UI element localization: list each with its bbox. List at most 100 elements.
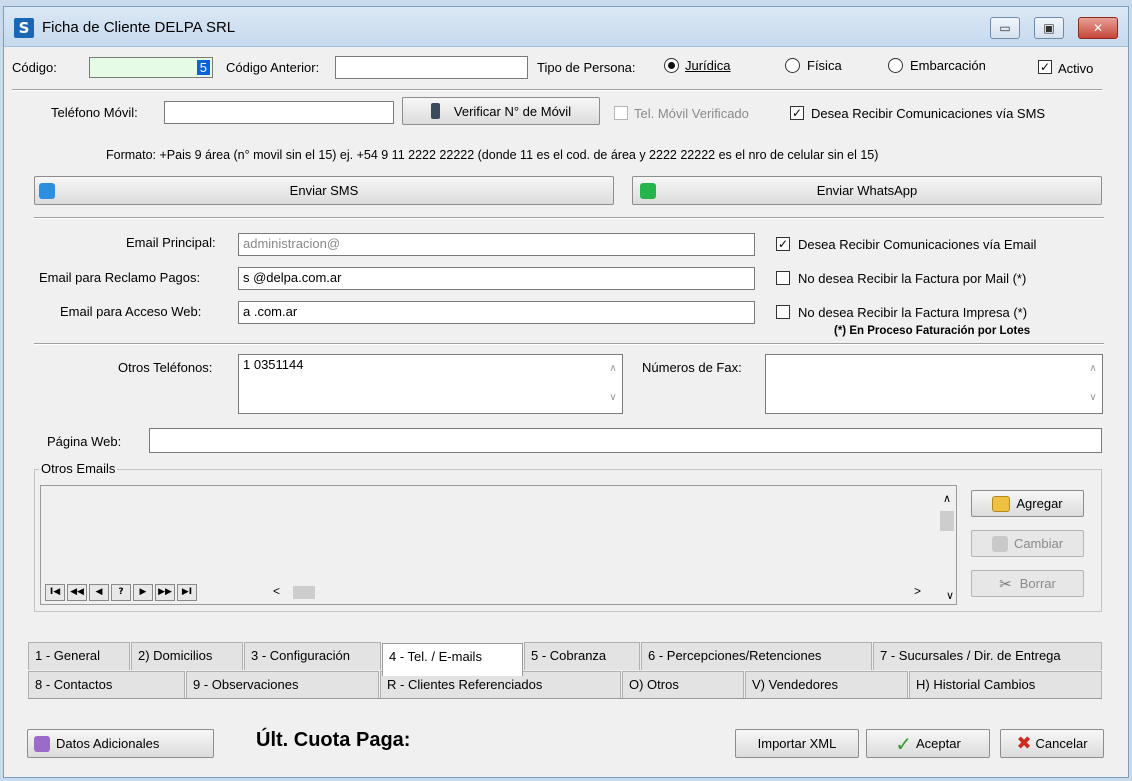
separator xyxy=(34,343,1104,345)
enviar-whatsapp-button[interactable]: Enviar WhatsApp xyxy=(632,176,1102,205)
ult-cuota-paga-label: Últ. Cuota Paga: xyxy=(256,729,411,751)
client-window: S Ficha de Cliente DELPA SRL ▭ ▣ ✕ Códig… xyxy=(3,6,1129,778)
nav-next-page-button[interactable]: ▶▶ xyxy=(155,584,175,601)
nav-prev-page-button[interactable]: ◀◀ xyxy=(67,584,87,601)
nav-prev-button[interactable]: ◀ xyxy=(89,584,109,601)
aceptar-button[interactable]: ✓ Aceptar xyxy=(866,729,990,758)
email-acceso-input[interactable]: a .com.ar xyxy=(238,301,755,324)
hscroll-thumb[interactable] xyxy=(293,586,315,599)
pagina-web-input[interactable] xyxy=(149,428,1102,453)
edit-icon xyxy=(991,535,1008,552)
phone-icon xyxy=(430,103,440,119)
close-button[interactable]: ✕ xyxy=(1078,17,1118,39)
tab-cobranza[interactable]: 5 - Cobranza xyxy=(524,642,640,670)
movil-verificado-checkbox[interactable] xyxy=(614,106,628,120)
fax-textarea[interactable]: ∧ ∨ xyxy=(765,354,1103,414)
check-icon: ✓ xyxy=(895,731,912,756)
tab-contactos[interactable]: 8 - Contactos xyxy=(28,671,185,699)
tab-tel-emails[interactable]: 4 - Tel. / E-mails xyxy=(382,643,523,676)
radio-embarcacion-label: Embarcación xyxy=(910,58,986,73)
codigo-anterior-label: Código Anterior: xyxy=(226,60,320,75)
tab-configuracion[interactable]: 3 - Configuración xyxy=(244,642,381,670)
tab-historial-cambios[interactable]: H) Historial Cambios xyxy=(909,671,1102,699)
tab-sucursales[interactable]: 7 - Sucursales / Dir. de Entrega xyxy=(873,642,1102,670)
email-principal-label: Email Principal: xyxy=(126,235,216,250)
codigo-field[interactable]: 5 xyxy=(89,57,213,78)
scissors-icon: ✂ xyxy=(999,574,1012,593)
opt-factura-impresa-checkbox[interactable] xyxy=(776,305,790,319)
cambiar-button[interactable]: Cambiar xyxy=(971,530,1084,557)
radio-juridica-label: Jurídica xyxy=(685,58,731,73)
cancelar-button[interactable]: ✖ Cancelar xyxy=(1000,729,1104,758)
lotes-footnote: (*) En Proceso Faturación por Lotes xyxy=(834,325,1031,337)
otros-emails-grid[interactable]: ∧ I◀ ◀◀ ◀ ? ▶ ▶▶ ▶I < > ∨ xyxy=(40,485,957,605)
sms-label: Desea Recibir Comunicaciones vía SMS xyxy=(811,106,1046,121)
radio-fisica-label: Física xyxy=(807,58,842,73)
email-reclamo-label: Email para Reclamo Pagos: xyxy=(39,270,201,285)
verificar-movil-button[interactable]: Verificar N° de Móvil xyxy=(402,97,600,125)
cancelar-label: Cancelar xyxy=(1035,736,1088,751)
pagina-web-label: Página Web: xyxy=(47,434,122,449)
separator xyxy=(34,217,1104,219)
tab-observaciones[interactable]: 9 - Observaciones xyxy=(186,671,379,699)
tab-baseline xyxy=(28,698,1102,699)
tab-percepciones[interactable]: 6 - Percepciones/Retenciones xyxy=(641,642,872,670)
radio-fisica[interactable] xyxy=(785,58,800,73)
borrar-button[interactable]: ✂ Borrar xyxy=(971,570,1084,597)
datos-adicionales-button[interactable]: Datos Adicionales xyxy=(27,729,214,758)
scroll-up-icon: ∧ xyxy=(942,493,952,505)
enviar-sms-label: Enviar SMS xyxy=(289,183,359,198)
telefono-movil-input[interactable] xyxy=(164,101,394,124)
activo-label: Activo xyxy=(1058,61,1094,76)
grid-vertical-scrollbar[interactable]: ∧ xyxy=(938,486,956,604)
scroll-down-icon: ∨ xyxy=(945,590,954,602)
cancel-x-icon: ✖ xyxy=(1016,733,1032,754)
codigo-anterior-input[interactable] xyxy=(335,56,528,79)
telefono-movil-label: Teléfono Móvil: xyxy=(51,105,138,120)
separator xyxy=(12,89,1102,91)
borrar-label: Borrar xyxy=(1019,576,1056,591)
minimize-button[interactable]: ▭ xyxy=(990,17,1020,39)
otros-telefonos-value: 1 0351144 xyxy=(243,357,304,372)
nav-last-button[interactable]: ▶I xyxy=(177,584,197,601)
scroll-right-icon: > xyxy=(913,584,921,598)
verificar-movil-label: Verificar N° de Móvil xyxy=(453,103,572,119)
grid-horizontal-scrollbar[interactable]: < > xyxy=(269,584,935,601)
otros-telefonos-label: Otros Teléfonos: xyxy=(118,360,213,375)
otros-emails-legend: Otros Emails xyxy=(39,461,118,476)
tipo-persona-label: Tipo de Persona: xyxy=(537,60,636,75)
email-principal-input[interactable]: administracion@ xyxy=(238,233,755,256)
radio-juridica[interactable] xyxy=(664,58,679,73)
movil-verificado-label: Tel. Móvil Verificado xyxy=(634,106,749,121)
scroll-left-icon: < xyxy=(273,584,281,598)
scroll-thumb[interactable] xyxy=(940,511,954,531)
cambiar-label: Cambiar xyxy=(1013,536,1064,551)
activo-checkbox[interactable]: ✓ xyxy=(1038,60,1052,74)
enviar-sms-button[interactable]: Enviar SMS xyxy=(34,176,614,205)
importar-xml-button[interactable]: Importar XML xyxy=(735,729,859,758)
tab-otros[interactable]: O) Otros xyxy=(622,671,744,699)
add-folder-icon xyxy=(992,495,1011,512)
email-reclamo-input[interactable]: s @delpa.com.ar xyxy=(238,267,755,290)
maximize-button[interactable]: ▣ xyxy=(1034,17,1064,39)
nav-next-button[interactable]: ▶ xyxy=(133,584,153,601)
window-title: Ficha de Cliente DELPA SRL xyxy=(42,19,236,36)
sms-checkbox[interactable]: ✓ xyxy=(790,106,804,120)
aceptar-label: Aceptar xyxy=(915,736,961,751)
nav-first-button[interactable]: I◀ xyxy=(45,584,65,601)
opt-factura-mail-checkbox[interactable] xyxy=(776,271,790,285)
radio-embarcacion[interactable] xyxy=(888,58,903,73)
nav-help-button[interactable]: ? xyxy=(111,584,131,601)
email-acceso-label: Email para Acceso Web: xyxy=(60,304,202,319)
otros-telefonos-scrollbar[interactable]: ∧ ∨ xyxy=(604,355,622,413)
tab-domicilios[interactable]: 2) Domicilios xyxy=(131,642,243,670)
fax-label: Números de Fax: xyxy=(642,360,742,375)
fax-scrollbar[interactable]: ∧ ∨ xyxy=(1084,355,1102,413)
opt-email-checkbox[interactable]: ✓ xyxy=(776,237,790,251)
agregar-button[interactable]: Agregar xyxy=(971,490,1084,517)
enviar-whatsapp-label: Enviar WhatsApp xyxy=(816,183,918,198)
otros-telefonos-textarea[interactable]: 1 0351144 ∧ ∨ xyxy=(238,354,623,414)
tab-general[interactable]: 1 - General xyxy=(28,642,130,670)
tab-vendedores[interactable]: V) Vendedores xyxy=(745,671,908,699)
opt-factura-mail-label: No desea Recibir la Factura por Mail (*) xyxy=(798,271,1027,286)
